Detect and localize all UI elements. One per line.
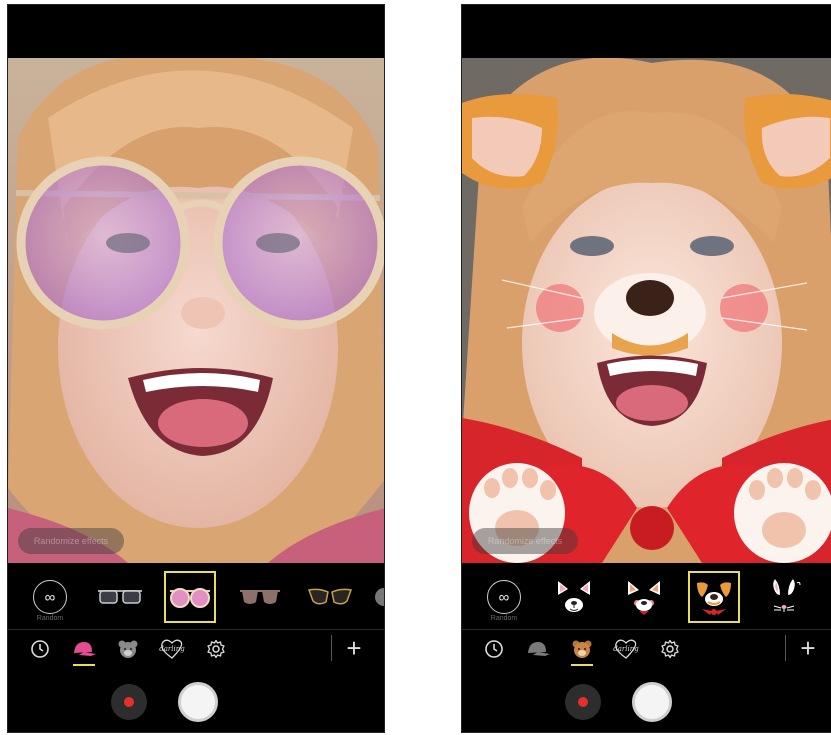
effect-random-label: Random (490, 615, 518, 622)
tab-darling[interactable]: darling (612, 636, 640, 662)
tab-animals[interactable] (568, 636, 596, 666)
effect-random[interactable]: ∞ Random (24, 571, 76, 623)
clock-icon (31, 640, 49, 658)
effect-cat-eye-sunglasses[interactable] (304, 571, 356, 623)
darling-heart-icon: darling (159, 639, 185, 659)
tab-settings[interactable] (202, 636, 230, 662)
tab-recent[interactable] (480, 636, 508, 662)
darling-heart-icon: darling (613, 639, 639, 659)
tab-recent[interactable] (26, 636, 54, 662)
bear-icon (118, 640, 138, 658)
effect-dark-sunglasses[interactable] (94, 571, 146, 623)
tab-accessories[interactable] (524, 636, 552, 662)
camera-viewfinder[interactable]: Randomize effects (462, 58, 831, 563)
effect-random-label: Random (36, 615, 64, 622)
bear-icon (572, 640, 592, 658)
shutter-button[interactable] (632, 682, 672, 722)
clock-icon (485, 640, 503, 658)
effects-tray: ∞ Random (462, 563, 831, 629)
record-icon (124, 697, 134, 707)
tab-separator (331, 635, 332, 661)
gear-icon (661, 639, 679, 659)
random-icon: ∞ (487, 580, 521, 614)
cap-icon (74, 642, 96, 656)
active-tab-indicator (73, 664, 95, 666)
add-effect-button[interactable]: + (794, 635, 822, 663)
darling-text: darling (159, 645, 185, 653)
tab-separator (785, 635, 786, 661)
effect-category-tabs: darling + (462, 630, 831, 670)
effect-fox-face[interactable] (618, 571, 670, 623)
partial-item-icon (375, 588, 384, 606)
phone-screen-left: Randomize effects ∞ Random darling + (7, 4, 385, 733)
phone-screen-right: Randomize effects ∞ Random darling + (461, 4, 831, 733)
fox-face-icon (628, 581, 660, 615)
camera-preview-image (462, 58, 831, 563)
effect-rose-sunglasses[interactable] (234, 571, 286, 623)
effects-tray: ∞ Random (8, 563, 384, 629)
randomize-effects-label: Randomize effects (487, 536, 563, 546)
capture-controls (462, 670, 831, 732)
status-bar (462, 5, 831, 58)
randomize-effects-button[interactable]: Randomize effects (472, 528, 578, 554)
effect-cat-face[interactable] (548, 571, 600, 623)
gear-icon (207, 639, 225, 659)
pink-round-sunglasses-icon (170, 588, 210, 608)
dark-sunglasses-icon (98, 590, 142, 604)
camera-preview-image (8, 58, 384, 563)
cat-face-icon (558, 581, 590, 612)
status-bar (8, 5, 384, 58)
shutter-button[interactable] (178, 682, 218, 722)
randomize-effects-label: Randomize effects (33, 536, 109, 546)
tab-animals[interactable] (114, 636, 142, 662)
bunny-face-icon (773, 579, 801, 612)
tab-settings[interactable] (656, 636, 684, 662)
effect-category-tabs: darling + (8, 630, 384, 670)
randomize-effects-button[interactable]: Randomize effects (18, 528, 124, 554)
capture-controls (8, 670, 384, 732)
record-video-button[interactable] (565, 684, 601, 720)
cat-eye-sunglasses-icon (307, 588, 353, 605)
rose-sunglasses-icon (240, 590, 280, 604)
darling-text: darling (613, 645, 639, 653)
camera-viewfinder[interactable]: Randomize effects (8, 58, 384, 563)
tab-accessories[interactable] (70, 636, 98, 666)
record-video-button[interactable] (111, 684, 147, 720)
record-icon (578, 697, 588, 707)
random-icon: ∞ (33, 580, 67, 614)
effect-bunny-face[interactable] (758, 571, 810, 623)
effect-pink-sunglasses[interactable] (164, 571, 216, 623)
add-effect-button[interactable]: + (340, 635, 368, 663)
cap-icon (528, 642, 550, 656)
active-tab-indicator (571, 664, 593, 666)
effect-partial[interactable] (370, 571, 384, 623)
puppy-face-icon (697, 582, 731, 615)
tab-darling[interactable]: darling (158, 636, 186, 662)
effect-puppy-face[interactable] (688, 571, 740, 623)
effect-random[interactable]: ∞ Random (478, 571, 530, 623)
